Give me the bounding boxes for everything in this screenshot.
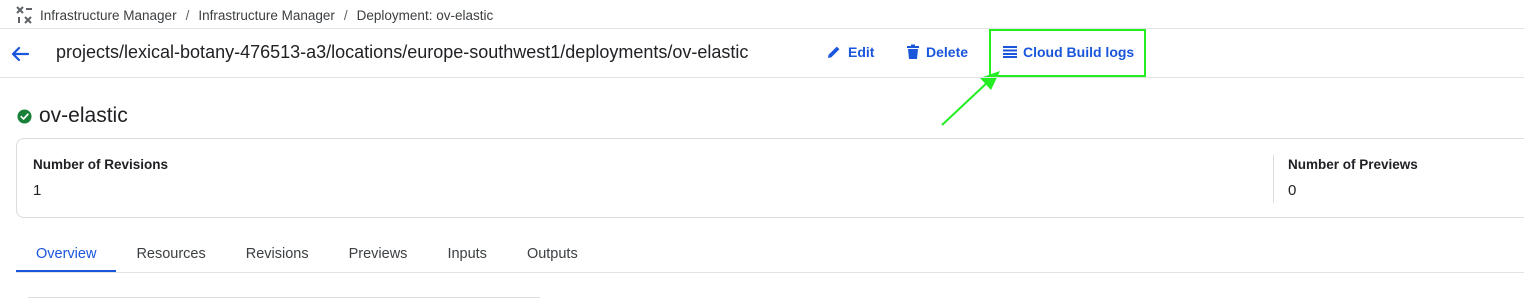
content-divider	[28, 297, 540, 298]
breadcrumb-separator: /	[343, 7, 348, 23]
edit-button[interactable]: Edit	[826, 44, 874, 60]
edit-button-label: Edit	[848, 44, 875, 60]
tabs-divider	[16, 272, 1524, 273]
tab-overview[interactable]: Overview	[16, 238, 117, 272]
breadcrumb: Infrastructure Manager / Infrastructure …	[14, 5, 493, 25]
cloud-build-logs-button[interactable]: Cloud Build logs	[1003, 44, 1134, 60]
page-header: projects/lexical-botany-476513-a3/locati…	[0, 34, 1524, 74]
resource-name: ov-elastic	[39, 104, 128, 127]
cloud-build-logs-label: Cloud Build logs	[1023, 44, 1135, 60]
breadcrumb-item-infra-manager[interactable]: Infrastructure Manager	[40, 8, 177, 23]
infrastructure-manager-logo-icon	[16, 6, 32, 24]
deployment-path-title: projects/lexical-botany-476513-a3/locati…	[56, 42, 749, 62]
revisions-count-label: Number of Revisions	[33, 157, 169, 172]
breadcrumb-item-deployment: Deployment: ov-elastic	[356, 7, 494, 23]
back-arrow-icon[interactable]	[8, 42, 32, 66]
revisions-count-value: 1	[33, 182, 42, 199]
previews-count-label: Number of Previews	[1288, 157, 1418, 172]
breadcrumb-item-infra-manager-2[interactable]: Infrastructure Manager	[198, 8, 335, 23]
stats-card: Number of Revisions 1 Number of Previews…	[16, 138, 1524, 218]
trash-icon	[907, 44, 919, 59]
delete-button-label: Delete	[926, 44, 969, 60]
stats-divider	[1273, 155, 1274, 203]
header-divider	[0, 77, 1524, 78]
tab-revisions[interactable]: Revisions	[226, 238, 329, 272]
tab-bar: Overview Resources Revisions Previews In…	[16, 238, 598, 272]
tab-outputs[interactable]: Outputs	[507, 238, 598, 272]
tab-resources[interactable]: Resources	[116, 238, 225, 272]
check-circle-icon	[17, 108, 32, 124]
resource-title-row: ov-elastic	[17, 104, 128, 128]
tab-previews[interactable]: Previews	[329, 238, 428, 272]
pencil-icon	[828, 46, 840, 58]
previews-count-value: 0	[1288, 182, 1297, 199]
delete-button[interactable]: Delete	[906, 44, 968, 60]
breadcrumb-divider	[0, 28, 1524, 29]
tab-inputs[interactable]: Inputs	[427, 238, 507, 272]
breadcrumb-separator: /	[185, 7, 190, 23]
list-lines-icon	[1003, 46, 1017, 58]
